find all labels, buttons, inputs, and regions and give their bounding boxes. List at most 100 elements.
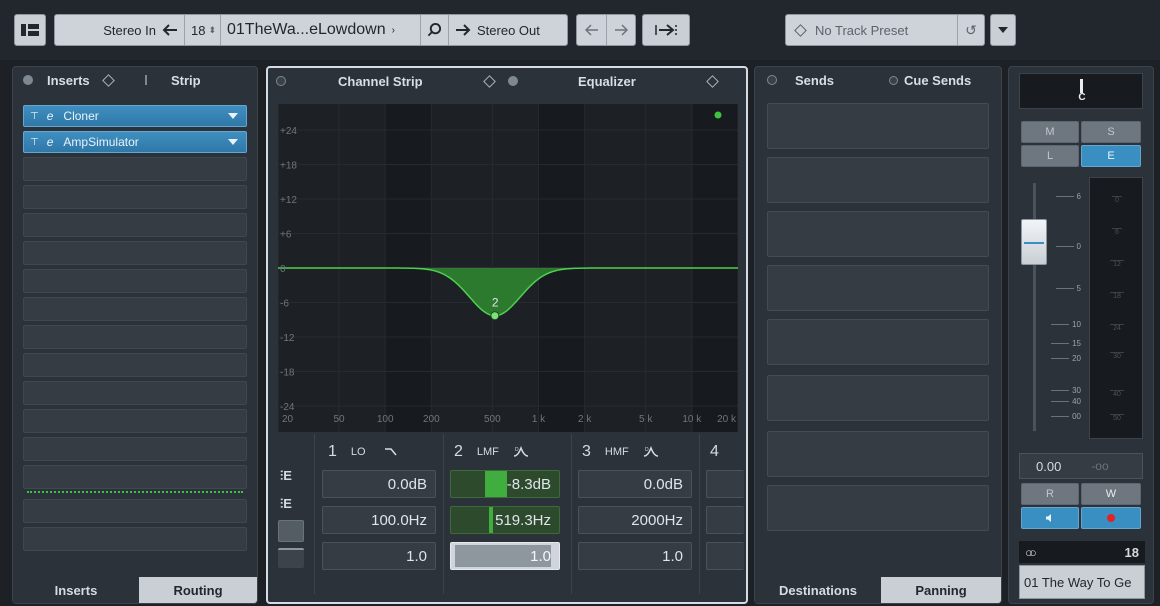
band-1-q-field[interactable]: 1.0 bbox=[322, 542, 436, 570]
insert-slot-empty[interactable] bbox=[23, 241, 247, 265]
meter-tick-label: 30 bbox=[1110, 352, 1124, 360]
channel-strip-preset-icon[interactable] bbox=[482, 74, 496, 88]
sends-bypass-icon[interactable] bbox=[767, 75, 777, 85]
output-routing[interactable]: Stereo Out bbox=[449, 15, 567, 45]
insert-slot-empty[interactable] bbox=[23, 353, 247, 377]
band-1-gain-field[interactable]: 0.0dB bbox=[322, 470, 436, 498]
band-2-type[interactable]: LMF bbox=[477, 446, 499, 458]
tab-inserts[interactable]: Inserts bbox=[23, 67, 145, 93]
equalizer-preset-icon[interactable] bbox=[705, 74, 719, 88]
preset-dropdown-button[interactable] bbox=[990, 14, 1016, 46]
svg-text:D: D bbox=[645, 447, 649, 453]
equalizer-bypass-icon[interactable] bbox=[508, 76, 518, 86]
send-slot[interactable] bbox=[767, 157, 989, 203]
eq-side-button[interactable] bbox=[278, 520, 304, 542]
bypass-icon[interactable]: ⊤ bbox=[30, 111, 39, 122]
band-3-type[interactable]: HMF bbox=[605, 446, 629, 458]
band-enable-icon[interactable]: ⫶E bbox=[280, 496, 302, 516]
send-slot[interactable] bbox=[767, 319, 989, 365]
band-2-q-field[interactable]: 1.0 bbox=[450, 542, 560, 570]
eq-curve-display[interactable]: 2 +24 +18 +12 +6 0 -6 -12 -18 -24 20 50 100 200 500 1… bbox=[277, 104, 739, 432]
channel-name-field[interactable]: 01TheWa...eLowdown › bbox=[221, 15, 421, 45]
link-channel-button[interactable] bbox=[642, 14, 690, 46]
bottom-tab-inserts[interactable]: Inserts bbox=[13, 577, 139, 603]
send-slot[interactable] bbox=[767, 485, 989, 531]
tab-strip[interactable]: Strip bbox=[145, 67, 255, 93]
edit-icon[interactable]: e bbox=[47, 135, 54, 149]
band-2-gain-field[interactable]: -8.3dB bbox=[450, 470, 560, 498]
monitor-button[interactable] bbox=[1021, 507, 1079, 529]
send-slot[interactable] bbox=[767, 103, 989, 149]
insert-slot-ampsimulator[interactable]: ⊤ e AmpSimulator bbox=[23, 131, 247, 153]
bottom-tab-routing[interactable]: Routing bbox=[139, 577, 257, 603]
pan-control[interactable]: C bbox=[1019, 73, 1143, 109]
reset-preset-button[interactable]: ↺ bbox=[958, 15, 984, 45]
tab-equalizer[interactable]: Equalizer bbox=[508, 68, 738, 94]
search-channel-button[interactable] bbox=[421, 15, 449, 45]
bottom-tab-panning[interactable]: Panning bbox=[881, 577, 1001, 603]
record-enable-button[interactable] bbox=[1081, 507, 1141, 529]
band-3-gain-field[interactable]: 0.0dB bbox=[578, 470, 692, 498]
track-preset-field[interactable]: No Track Preset ↺ bbox=[785, 14, 985, 46]
cue-sends-bypass-icon[interactable] bbox=[889, 75, 898, 85]
listen-button[interactable]: L bbox=[1021, 145, 1079, 167]
send-slot[interactable] bbox=[767, 211, 989, 257]
band-1-freq-field[interactable]: 100.0Hz bbox=[322, 506, 436, 534]
bypass-icon[interactable]: ⊤ bbox=[30, 137, 39, 148]
inserts-preset-icon[interactable] bbox=[101, 73, 115, 87]
band-enable-icon[interactable]: ⫶E bbox=[280, 468, 302, 488]
write-automation-button[interactable]: W bbox=[1081, 483, 1141, 505]
edit-channel-button[interactable]: E bbox=[1081, 145, 1141, 167]
insert-slot-empty[interactable] bbox=[23, 499, 247, 523]
band-4-q-field[interactable] bbox=[706, 542, 744, 570]
insert-slot-cloner[interactable]: ⊤ e Cloner bbox=[23, 105, 247, 127]
band-1-type[interactable]: LO bbox=[351, 446, 366, 458]
insert-slot-empty[interactable] bbox=[23, 185, 247, 209]
input-routing[interactable]: Stereo In bbox=[55, 15, 185, 45]
bottom-tab-destinations[interactable]: Destinations bbox=[755, 577, 881, 603]
insert-slot-empty[interactable] bbox=[23, 409, 247, 433]
volume-display[interactable]: 0.00 -oo bbox=[1019, 453, 1143, 479]
mute-button[interactable]: M bbox=[1021, 121, 1079, 143]
eq-band-2-node[interactable] bbox=[490, 311, 500, 321]
triangle-down-icon[interactable] bbox=[228, 139, 238, 145]
insert-slot-empty[interactable] bbox=[23, 297, 247, 321]
track-name-field[interactable]: 01 The Way To Ge bbox=[1019, 565, 1145, 599]
send-slot[interactable] bbox=[767, 431, 989, 477]
insert-slot-empty[interactable] bbox=[23, 381, 247, 405]
insert-slot-empty[interactable] bbox=[23, 213, 247, 237]
insert-slot-empty[interactable] bbox=[23, 325, 247, 349]
insert-slot-empty[interactable] bbox=[23, 527, 247, 551]
window-layout-button[interactable] bbox=[14, 14, 46, 46]
arrow-right-icon bbox=[456, 24, 471, 36]
peak-filter-icon[interactable]: D bbox=[513, 446, 529, 458]
channel-strip-bypass-icon[interactable] bbox=[276, 76, 286, 86]
next-channel-button[interactable] bbox=[607, 15, 635, 45]
low-shelf-icon[interactable] bbox=[384, 447, 398, 457]
band-3-freq-field[interactable]: 2000Hz bbox=[578, 506, 692, 534]
inserts-bypass-icon[interactable] bbox=[23, 75, 33, 85]
insert-slot-empty[interactable] bbox=[23, 437, 247, 461]
tab-sends[interactable]: Sends bbox=[767, 67, 879, 93]
edit-icon[interactable]: e bbox=[47, 109, 54, 123]
peak-filter-icon[interactable]: D bbox=[643, 446, 659, 458]
band-3-q-field[interactable]: 1.0 bbox=[578, 542, 692, 570]
solo-button[interactable]: S bbox=[1081, 121, 1141, 143]
insert-slot-empty[interactable] bbox=[23, 157, 247, 181]
insert-slot-empty[interactable] bbox=[23, 269, 247, 293]
eq-side-button[interactable] bbox=[278, 548, 304, 568]
tab-cue-sends[interactable]: Cue Sends bbox=[889, 67, 1001, 93]
insert-slot-empty[interactable] bbox=[23, 465, 247, 489]
channel-number-stepper[interactable]: 18 ⬍ bbox=[185, 15, 221, 45]
triangle-down-icon[interactable] bbox=[228, 113, 238, 119]
previous-channel-button[interactable] bbox=[577, 15, 607, 45]
arrow-left-icon bbox=[162, 24, 177, 36]
eq-curve-svg[interactable]: 2 +24 +18 +12 +6 0 -6 -12 -18 -24 20 50 100 200 500 1… bbox=[277, 104, 739, 432]
read-automation-button[interactable]: R bbox=[1021, 483, 1079, 505]
send-slot[interactable] bbox=[767, 265, 989, 311]
band-4-gain-field[interactable] bbox=[706, 470, 744, 498]
band-4-freq-field[interactable] bbox=[706, 506, 744, 534]
send-slot[interactable] bbox=[767, 375, 989, 421]
tab-channel-strip[interactable]: Channel Strip bbox=[276, 68, 504, 94]
band-2-freq-field[interactable]: 519.3Hz bbox=[450, 506, 560, 534]
